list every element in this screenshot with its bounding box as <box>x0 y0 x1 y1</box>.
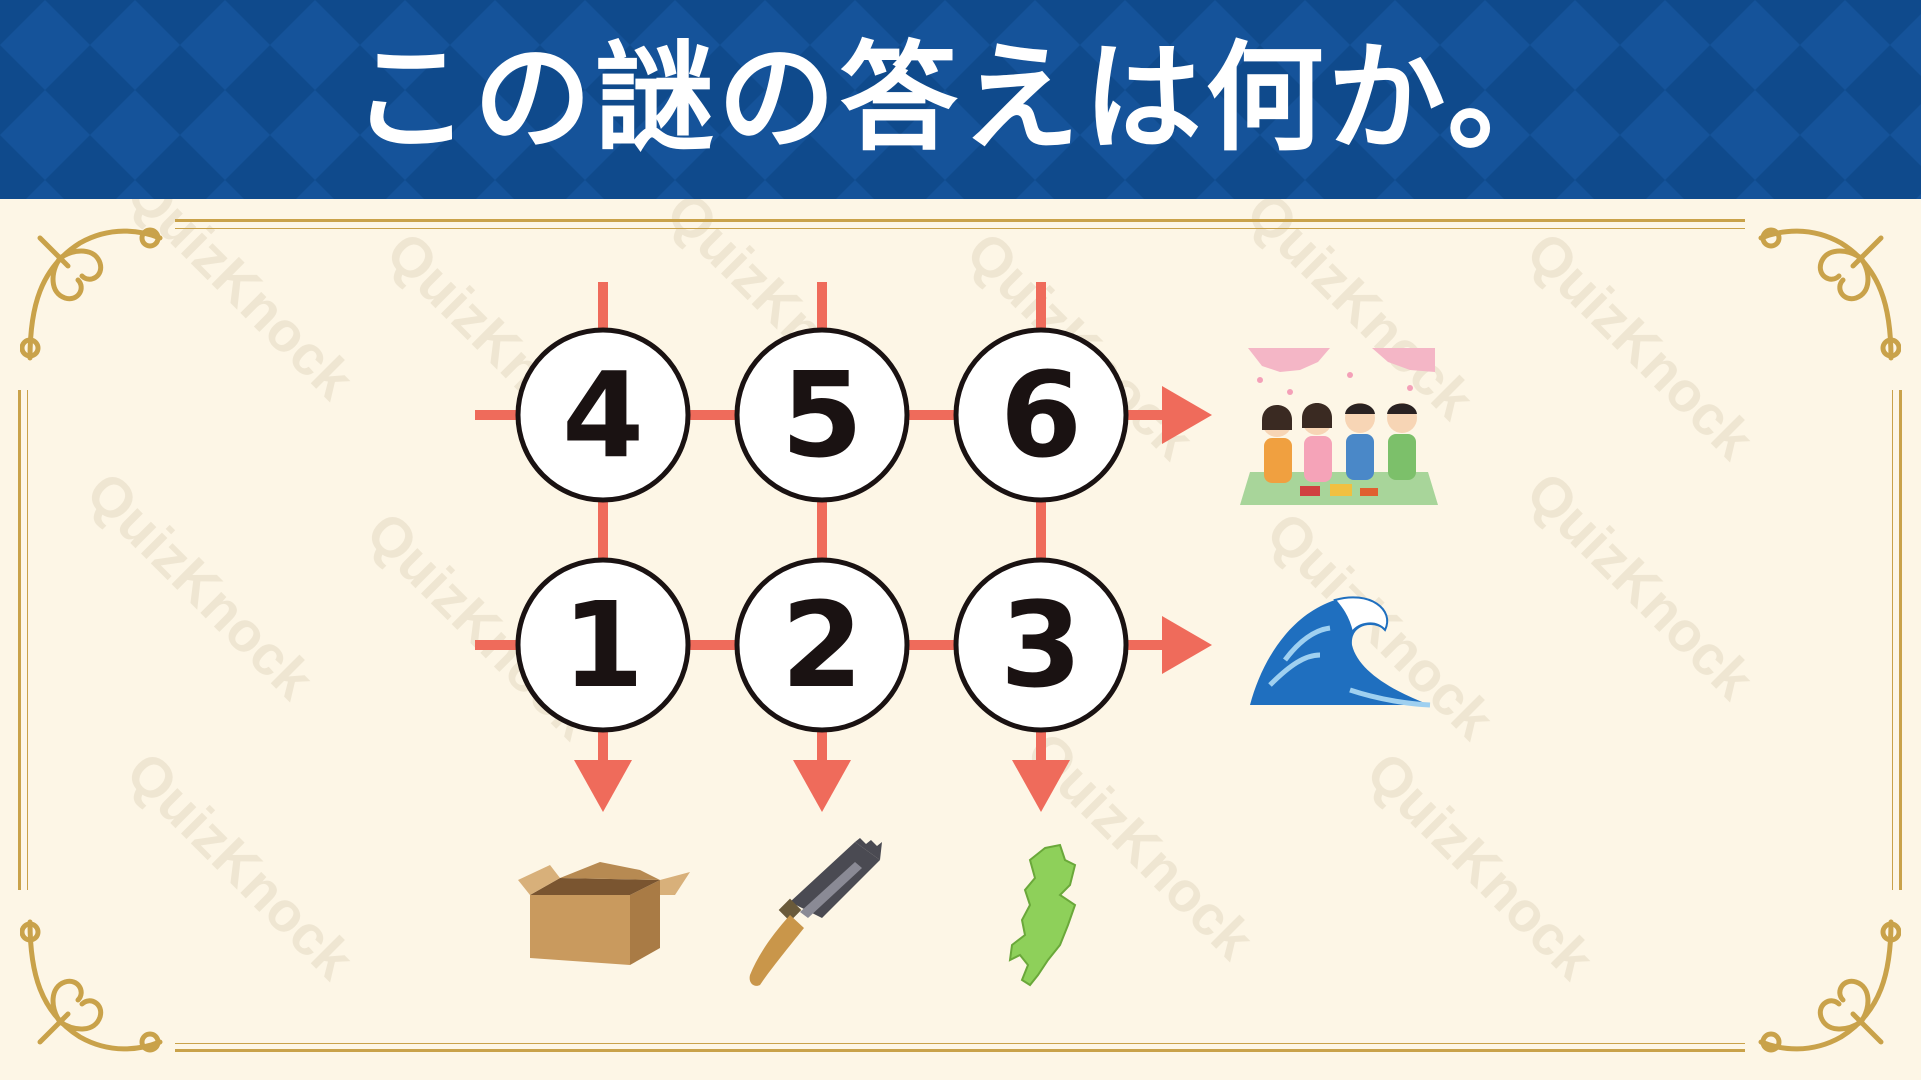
cell-number: 4 <box>562 346 644 484</box>
grid-cell-1: 1 <box>515 557 691 733</box>
cell-number: 2 <box>781 576 863 714</box>
arrow-down-3 <box>1012 760 1070 812</box>
cell-number: 1 <box>562 576 644 714</box>
wave-illustration <box>1250 596 1431 708</box>
hanami-party-illustration <box>1240 348 1438 505</box>
grid-cell-3: 3 <box>953 557 1129 733</box>
arrow-right-top <box>1162 386 1212 444</box>
bottom-row: 1 2 3 <box>515 557 1129 733</box>
grid-cell-6: 6 <box>953 327 1129 503</box>
arrow-right-bottom <box>1162 616 1212 674</box>
cell-number: 5 <box>781 346 863 484</box>
saw-knife-illustration <box>749 838 882 986</box>
grid-cell-4: 4 <box>515 327 691 503</box>
top-row: 4 5 6 <box>515 327 1129 503</box>
cell-number: 6 <box>1000 346 1082 484</box>
grid-cell-2: 2 <box>734 557 910 733</box>
mie-prefecture-map-illustration <box>1008 843 1077 987</box>
cardboard-box-illustration <box>518 862 690 965</box>
puzzle-grid: 4 5 6 1 2 3 <box>475 282 1438 987</box>
arrow-down-2 <box>793 760 851 812</box>
arrow-down-1 <box>574 760 632 812</box>
cell-number: 3 <box>1000 576 1082 714</box>
grid-cell-5: 5 <box>734 327 910 503</box>
